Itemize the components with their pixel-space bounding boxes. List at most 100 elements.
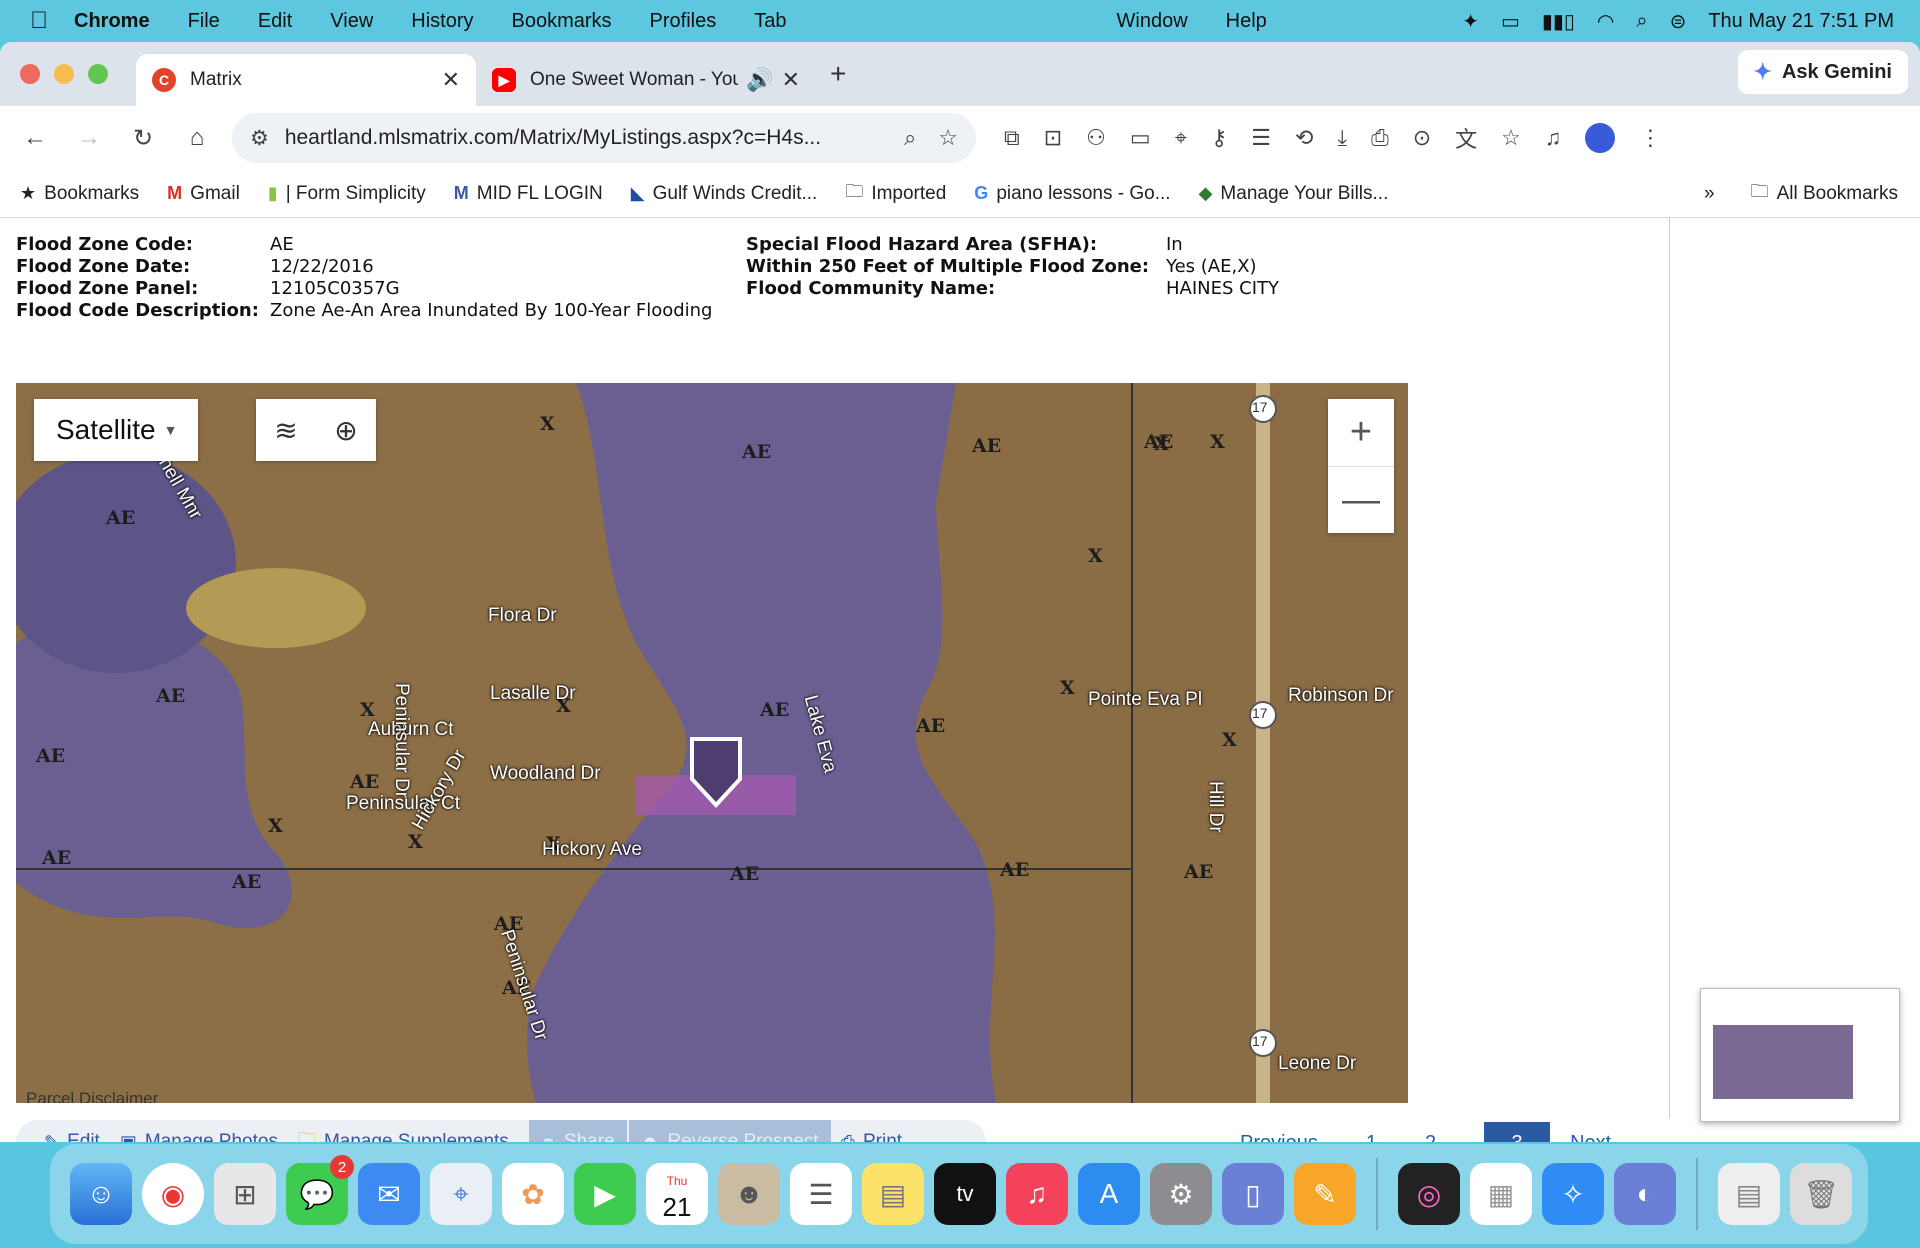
flood-map[interactable]: 17 17 17 AE AE AE X AE AE AE AE AE AE X … (16, 383, 1408, 1103)
ask-gemini-button[interactable]: ✦ Ask Gemini (1737, 50, 1908, 94)
mail-icon[interactable]: ✉ (358, 1163, 420, 1225)
iphone-mirroring-icon[interactable]: ▯ (1222, 1163, 1284, 1225)
bookmark-item[interactable]: ▮ | Form Simplicity (268, 183, 426, 205)
downloads-stack-icon[interactable]: ▤ (1718, 1163, 1780, 1225)
favorites-icon[interactable]: ☆ (1501, 125, 1521, 151)
menu-edit[interactable]: Edit (258, 10, 292, 33)
menu-clock[interactable]: Thu May 21 7:51 PM (1708, 10, 1894, 33)
contacts-icon[interactable]: ☻ (718, 1163, 780, 1225)
back-icon[interactable]: ← (8, 124, 62, 152)
zoom-in-button[interactable]: + (1328, 399, 1394, 466)
share-button[interactable]: ⚭ Share (528, 1120, 627, 1142)
screenshot-thumbnail[interactable] (1700, 988, 1900, 1122)
bookmark-item[interactable]: M Gmail (167, 183, 240, 205)
page-2-link[interactable]: 2 (1425, 1132, 1436, 1143)
apple-tv-icon[interactable]: tv (934, 1163, 996, 1225)
bookmark-item[interactable]: 🗀 Imported (845, 179, 946, 209)
battery-icon[interactable]: ▮▮▯ (1542, 9, 1575, 34)
next-page-link[interactable]: Next (1570, 1132, 1611, 1143)
spreadsheet-app-icon[interactable]: ▦ (1470, 1163, 1532, 1225)
url-text[interactable]: heartland.mlsmatrix.com/Matrix/MyListing… (285, 126, 882, 150)
previous-page-link[interactable]: Previous (1240, 1132, 1318, 1143)
calendar-icon[interactable]: Thu 21 (646, 1163, 708, 1225)
layers-icon[interactable]: ≋ (274, 414, 297, 447)
parcel-disclaimer-link[interactable]: Parcel Disclaimer (26, 1089, 158, 1103)
history-icon[interactable]: ⟲ (1295, 125, 1313, 151)
music-icon[interactable]: ♫ (1006, 1163, 1068, 1225)
pages-icon[interactable]: ✎ (1294, 1163, 1356, 1225)
messages-icon[interactable]: 💬 2 (286, 1155, 354, 1225)
manage-supplements-button[interactable]: 🗀 Manage Supplements (298, 1127, 509, 1142)
zoom-out-button[interactable]: — (1328, 467, 1394, 534)
launchpad-icon[interactable]: ⊞ (214, 1163, 276, 1225)
payment-card-icon[interactable]: ▭ (1130, 125, 1151, 151)
notes-icon[interactable]: ▤ (862, 1163, 924, 1225)
all-bookmarks[interactable]: 🗀 All Bookmarks (1751, 179, 1898, 209)
address-bar[interactable]: ⚙ heartland.mlsmatrix.com/Matrix/MyListi… (232, 113, 976, 163)
trash-icon[interactable]: 🗑 (1790, 1163, 1852, 1225)
forward-icon[interactable]: → (62, 124, 116, 152)
more-bookmarks-chevron-icon[interactable]: » (1704, 183, 1715, 205)
chrome-icon[interactable]: ◉ (142, 1163, 204, 1225)
location-pin-icon[interactable]: ⌖ (1175, 125, 1187, 151)
menu-tab[interactable]: Tab (754, 10, 786, 33)
maps-icon[interactable]: ⌖ (430, 1163, 492, 1225)
bookmark-item[interactable]: ◆ Manage Your Bills... (1199, 183, 1389, 205)
media-controls-icon[interactable]: ♫ (1545, 125, 1562, 151)
home-icon[interactable]: ⌂ (170, 124, 224, 152)
finder-icon[interactable]: ☺ (70, 1163, 132, 1225)
menu-window[interactable]: Window (1117, 10, 1188, 33)
menu-history[interactable]: History (411, 10, 473, 33)
close-tab-icon[interactable]: ✕ (782, 67, 800, 93)
safari-icon[interactable]: ✧ (1542, 1163, 1604, 1225)
manage-photos-button[interactable]: ▣ Manage Photos (120, 1131, 278, 1142)
incognito-icon[interactable]: ⚇ (1086, 125, 1106, 151)
utility-app-icon[interactable]: ◐ (1614, 1163, 1676, 1225)
print-icon[interactable]: ⎙ (1371, 125, 1389, 151)
page-1-link[interactable]: 1 (1366, 1132, 1377, 1143)
control-center-icon[interactable]: ⊜ (1670, 9, 1687, 34)
bookmark-item[interactable]: ◣ Gulf Winds Credit... (631, 183, 818, 205)
menu-bookmarks[interactable]: Bookmarks (512, 10, 612, 33)
download-icon[interactable]: ⤓ (1337, 125, 1347, 151)
new-tab-button[interactable]: + (830, 58, 846, 90)
tab-matrix[interactable]: C Matrix ✕ (136, 54, 476, 106)
menu-view[interactable]: View (330, 10, 373, 33)
color-picker-app-icon[interactable]: ◎ (1398, 1163, 1460, 1225)
reload-icon[interactable]: ↻ (116, 124, 170, 153)
bookmark-star-icon[interactable]: ☆ (938, 125, 958, 151)
screenshot-icon[interactable]: ⊙ (1413, 125, 1431, 151)
reading-list-icon[interactable]: ☰ (1251, 125, 1271, 151)
google-lens-icon[interactable]: ⊡ (1044, 125, 1062, 151)
caption-icon[interactable]: ▭ (1501, 9, 1520, 34)
profile-avatar[interactable] (1585, 123, 1616, 153)
gemini-sparkle-icon[interactable]: ✦ (1462, 9, 1479, 34)
extensions-puzzle-icon[interactable]: ⧉ (1004, 125, 1020, 151)
chrome-menu-icon[interactable]: ⋮ (1639, 125, 1661, 151)
menu-app-name[interactable]: Chrome (74, 10, 150, 33)
translate-icon[interactable]: 文 (1455, 122, 1477, 154)
speaker-icon[interactable]: 🔊 (746, 67, 773, 93)
close-tab-icon[interactable]: ✕ (442, 67, 460, 93)
print-button[interactable]: ⎙ Print (841, 1131, 902, 1142)
zoom-window-button[interactable] (88, 64, 108, 84)
photos-icon[interactable]: ✿ (502, 1163, 564, 1225)
tab-youtube[interactable]: ▶ One Sweet Woman - YouT 🔊 ✕ (476, 54, 816, 106)
minimize-window-button[interactable] (54, 64, 74, 84)
spotlight-search-icon[interactable]: ⌕ (1636, 10, 1647, 33)
zoom-magnifier-icon[interactable]: ⌕ (904, 125, 916, 151)
menu-profiles[interactable]: Profiles (650, 10, 717, 33)
menu-file[interactable]: File (188, 10, 220, 33)
reverse-prospect-button[interactable]: ☻ Reverse Prospect (628, 1120, 831, 1142)
password-key-icon[interactable]: ⚷ (1211, 125, 1227, 151)
page-3-current[interactable]: 3 (1484, 1122, 1551, 1142)
reminders-icon[interactable]: ☰ (790, 1163, 852, 1225)
wifi-icon[interactable]: ◠ (1597, 9, 1614, 34)
edit-button[interactable]: ✎ Edit (44, 1131, 100, 1142)
locate-crosshair-icon[interactable]: ⊕ (334, 414, 357, 447)
close-window-button[interactable] (20, 64, 40, 84)
app-store-icon[interactable]: A (1078, 1163, 1140, 1225)
apple-icon[interactable]:  (30, 7, 74, 35)
system-settings-icon[interactable]: ⚙ (1150, 1163, 1212, 1225)
menu-help[interactable]: Help (1226, 10, 1267, 33)
